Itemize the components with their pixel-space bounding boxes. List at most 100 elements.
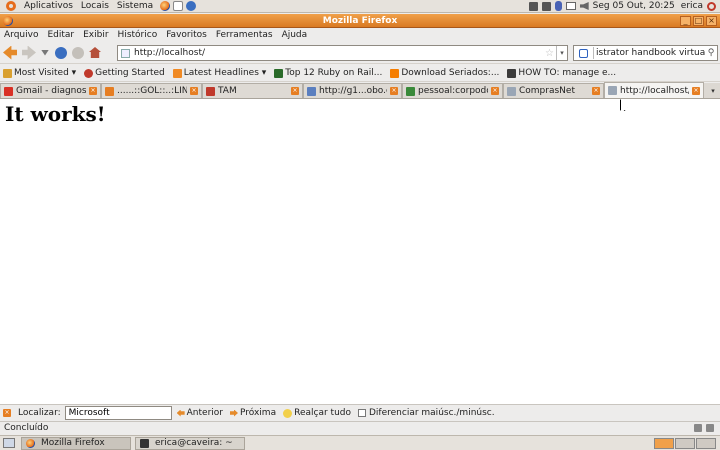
search-engine-icon[interactable] — [574, 47, 594, 59]
menu-exibir[interactable]: Exibir — [83, 30, 108, 40]
user-menu[interactable]: erica — [681, 1, 703, 11]
tam-icon — [206, 86, 215, 96]
panel-menu-places[interactable]: Locais — [77, 1, 113, 11]
tab-comprasnet[interactable]: ComprasNet × — [503, 83, 604, 98]
stop-button[interactable] — [72, 46, 84, 59]
menu-ferramentas[interactable]: Ferramentas — [216, 30, 273, 40]
top-panel: Aplicativos Locais Sistema Seg 05 Out, 2… — [0, 0, 720, 13]
page-content: It works! — [0, 99, 720, 404]
find-previous-button[interactable]: Anterior — [176, 408, 223, 418]
rss-icon — [172, 68, 182, 78]
trash-icon[interactable] — [696, 437, 716, 449]
bluetooth-icon[interactable] — [554, 1, 562, 11]
bookmark-latest-headlines[interactable]: Latest Headlines ▾ — [172, 68, 266, 78]
workspace-switcher — [654, 437, 720, 449]
tab-gol[interactable]: ......::GOL::..:LINHAS... × — [101, 83, 202, 98]
addon-status-icon[interactable] — [694, 424, 702, 432]
window-titlebar[interactable]: Mozilla Firefox _ □ × — [0, 14, 720, 28]
tab-close-icon[interactable]: × — [291, 87, 299, 95]
menu-historico[interactable]: Histórico — [118, 30, 158, 40]
tab-close-icon[interactable]: × — [692, 86, 700, 95]
reload-button[interactable] — [55, 46, 67, 59]
find-next-button[interactable]: Próxima — [229, 408, 276, 418]
menu-ajuda[interactable]: Ajuda — [282, 30, 308, 40]
highlight-icon — [283, 408, 293, 418]
tab-close-icon[interactable]: × — [190, 87, 198, 95]
bookmark-download-seriados[interactable]: Download Seriados:... — [390, 68, 499, 78]
match-case-checkbox[interactable]: Diferenciar maiúsc./minúsc. — [358, 408, 495, 418]
highlight-all-button[interactable]: Realçar tudo — [283, 408, 351, 418]
status-text: Concluído — [4, 423, 49, 433]
url-dropdown-icon[interactable]: ▾ — [556, 46, 567, 60]
help-launcher-icon[interactable] — [186, 1, 197, 11]
blogger-icon — [390, 68, 400, 78]
panel-menu-applications[interactable]: Aplicativos — [20, 1, 77, 11]
home-button[interactable] — [89, 47, 101, 58]
tab-localhost[interactable]: http://localhost/ × — [604, 82, 704, 98]
resize-grip-icon[interactable] — [706, 424, 714, 432]
page-icon — [608, 86, 617, 95]
email-launcher-icon[interactable] — [173, 1, 184, 11]
bookmark-getting-started[interactable]: Getting Started — [84, 68, 165, 78]
search-input[interactable]: istrator handbook virtual host — [594, 48, 705, 58]
close-window-button[interactable]: × — [706, 15, 717, 26]
tab-tam[interactable]: TAM × — [202, 83, 303, 98]
forward-button[interactable] — [22, 45, 36, 60]
task-firefox[interactable]: Mozilla Firefox — [21, 436, 131, 450]
arrow-right-icon — [229, 409, 238, 417]
bookmark-how-to-manage[interactable]: HOW TO: manage e... — [507, 68, 616, 78]
workspace-1[interactable] — [654, 437, 674, 449]
site-icon — [507, 68, 517, 78]
maximize-button[interactable]: □ — [693, 15, 704, 26]
power-icon[interactable] — [707, 1, 716, 11]
mail-icon[interactable] — [565, 2, 576, 10]
find-bar: × Localizar: Anterior Próxima Realçar tu… — [0, 404, 720, 421]
volume-icon[interactable] — [579, 2, 589, 10]
bookmark-star-icon[interactable]: ☆ — [545, 48, 554, 59]
tab-pessoal[interactable]: pessoal:corpodoc... × — [402, 83, 503, 98]
search-bar[interactable]: istrator handbook virtual host ⚲ — [573, 45, 718, 61]
bookmark-top-12-ruby[interactable]: Top 12 Ruby on Rail... — [274, 68, 382, 78]
show-desktop-icon[interactable] — [3, 438, 15, 448]
task-terminal[interactable]: erica@caveira: ~ — [135, 436, 245, 450]
menu-favoritos[interactable]: Favoritos — [166, 30, 207, 40]
search-go-icon[interactable]: ⚲ — [705, 48, 717, 58]
site-identity-icon[interactable] — [121, 48, 130, 58]
tab-close-icon[interactable]: × — [491, 87, 499, 95]
pencil-icon — [406, 86, 415, 96]
menubar: Arquivo Editar Exibir Histórico Favorito… — [0, 29, 720, 41]
ladybug-icon — [84, 68, 94, 78]
checkbox-icon[interactable] — [358, 409, 366, 417]
close-find-bar-icon[interactable]: × — [3, 409, 11, 417]
network-icon[interactable] — [541, 1, 551, 11]
bookmark-most-visited[interactable]: Most Visited ▾ — [3, 68, 76, 78]
firefox-launcher-icon[interactable] — [160, 1, 171, 11]
navigation-toolbar: http://localhost/ ☆ ▾ istrator handbook … — [0, 42, 720, 64]
menu-arquivo[interactable]: Arquivo — [4, 30, 38, 40]
printer-icon[interactable] — [528, 1, 538, 11]
gmail-icon — [4, 86, 13, 96]
window-title: Mozilla Firefox — [322, 15, 398, 26]
g1-icon — [307, 86, 316, 96]
tab-close-icon[interactable]: × — [89, 87, 97, 95]
minimize-button[interactable]: _ — [680, 15, 691, 26]
gol-icon — [105, 86, 114, 96]
url-text[interactable]: http://localhost/ — [134, 48, 205, 58]
tab-close-icon[interactable]: × — [390, 87, 398, 95]
history-dropdown-icon[interactable] — [41, 49, 49, 56]
status-bar: Concluído — [0, 421, 720, 434]
bottom-panel: Mozilla Firefox erica@caveira: ~ — [0, 435, 720, 450]
menu-editar[interactable]: Editar — [47, 30, 74, 40]
terminal-icon — [140, 438, 149, 448]
ubuntu-logo-icon[interactable] — [6, 1, 16, 11]
clock[interactable]: Seg 05 Out, 20:25 — [593, 1, 675, 11]
panel-menu-system[interactable]: Sistema — [113, 1, 157, 11]
url-bar[interactable]: http://localhost/ ☆ ▾ — [117, 45, 568, 61]
tab-gmail[interactable]: Gmail - diagnosti... × — [0, 83, 101, 98]
tab-close-icon[interactable]: × — [592, 87, 600, 95]
back-button[interactable] — [3, 45, 17, 60]
workspace-2[interactable] — [675, 437, 695, 449]
find-input[interactable] — [64, 406, 172, 420]
tab-g1[interactable]: http://g1...obo.com/ × — [303, 83, 402, 98]
list-all-tabs-button[interactable]: ▾ — [706, 83, 720, 98]
